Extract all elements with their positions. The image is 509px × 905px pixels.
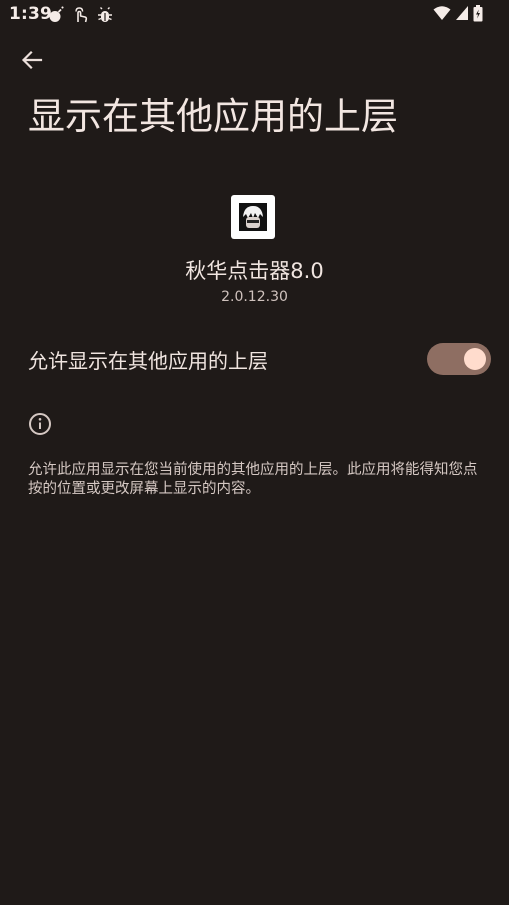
system-status-icons [433, 4, 483, 26]
permission-toggle-row[interactable]: 允许显示在其他应用的上层 [0, 332, 509, 388]
bug-icon [95, 5, 115, 25]
switch-thumb [464, 348, 486, 370]
status-bar: 1:39 [0, 0, 509, 30]
bomb-icon [46, 5, 66, 25]
wifi-icon [433, 5, 451, 25]
permission-label: 允许显示在其他应用的上层 [28, 349, 268, 373]
app-icon [231, 195, 275, 239]
app-version: 2.0.12.30 [221, 289, 288, 305]
info-icon [28, 412, 52, 436]
arrow-left-icon [21, 50, 43, 70]
page-title: 显示在其他应用的上层 [28, 95, 398, 138]
battery-icon [473, 4, 483, 26]
permission-description: 允许此应用显示在您当前使用的其他应用的上层。此应用将能得知您点按的位置或更改屏幕… [28, 462, 478, 497]
overlay-permission-switch[interactable] [427, 343, 491, 375]
touch-icon [71, 5, 91, 25]
cell-signal-icon [455, 5, 469, 25]
app-name: 秋华点击器8.0 [185, 259, 324, 283]
back-button[interactable] [16, 44, 48, 76]
